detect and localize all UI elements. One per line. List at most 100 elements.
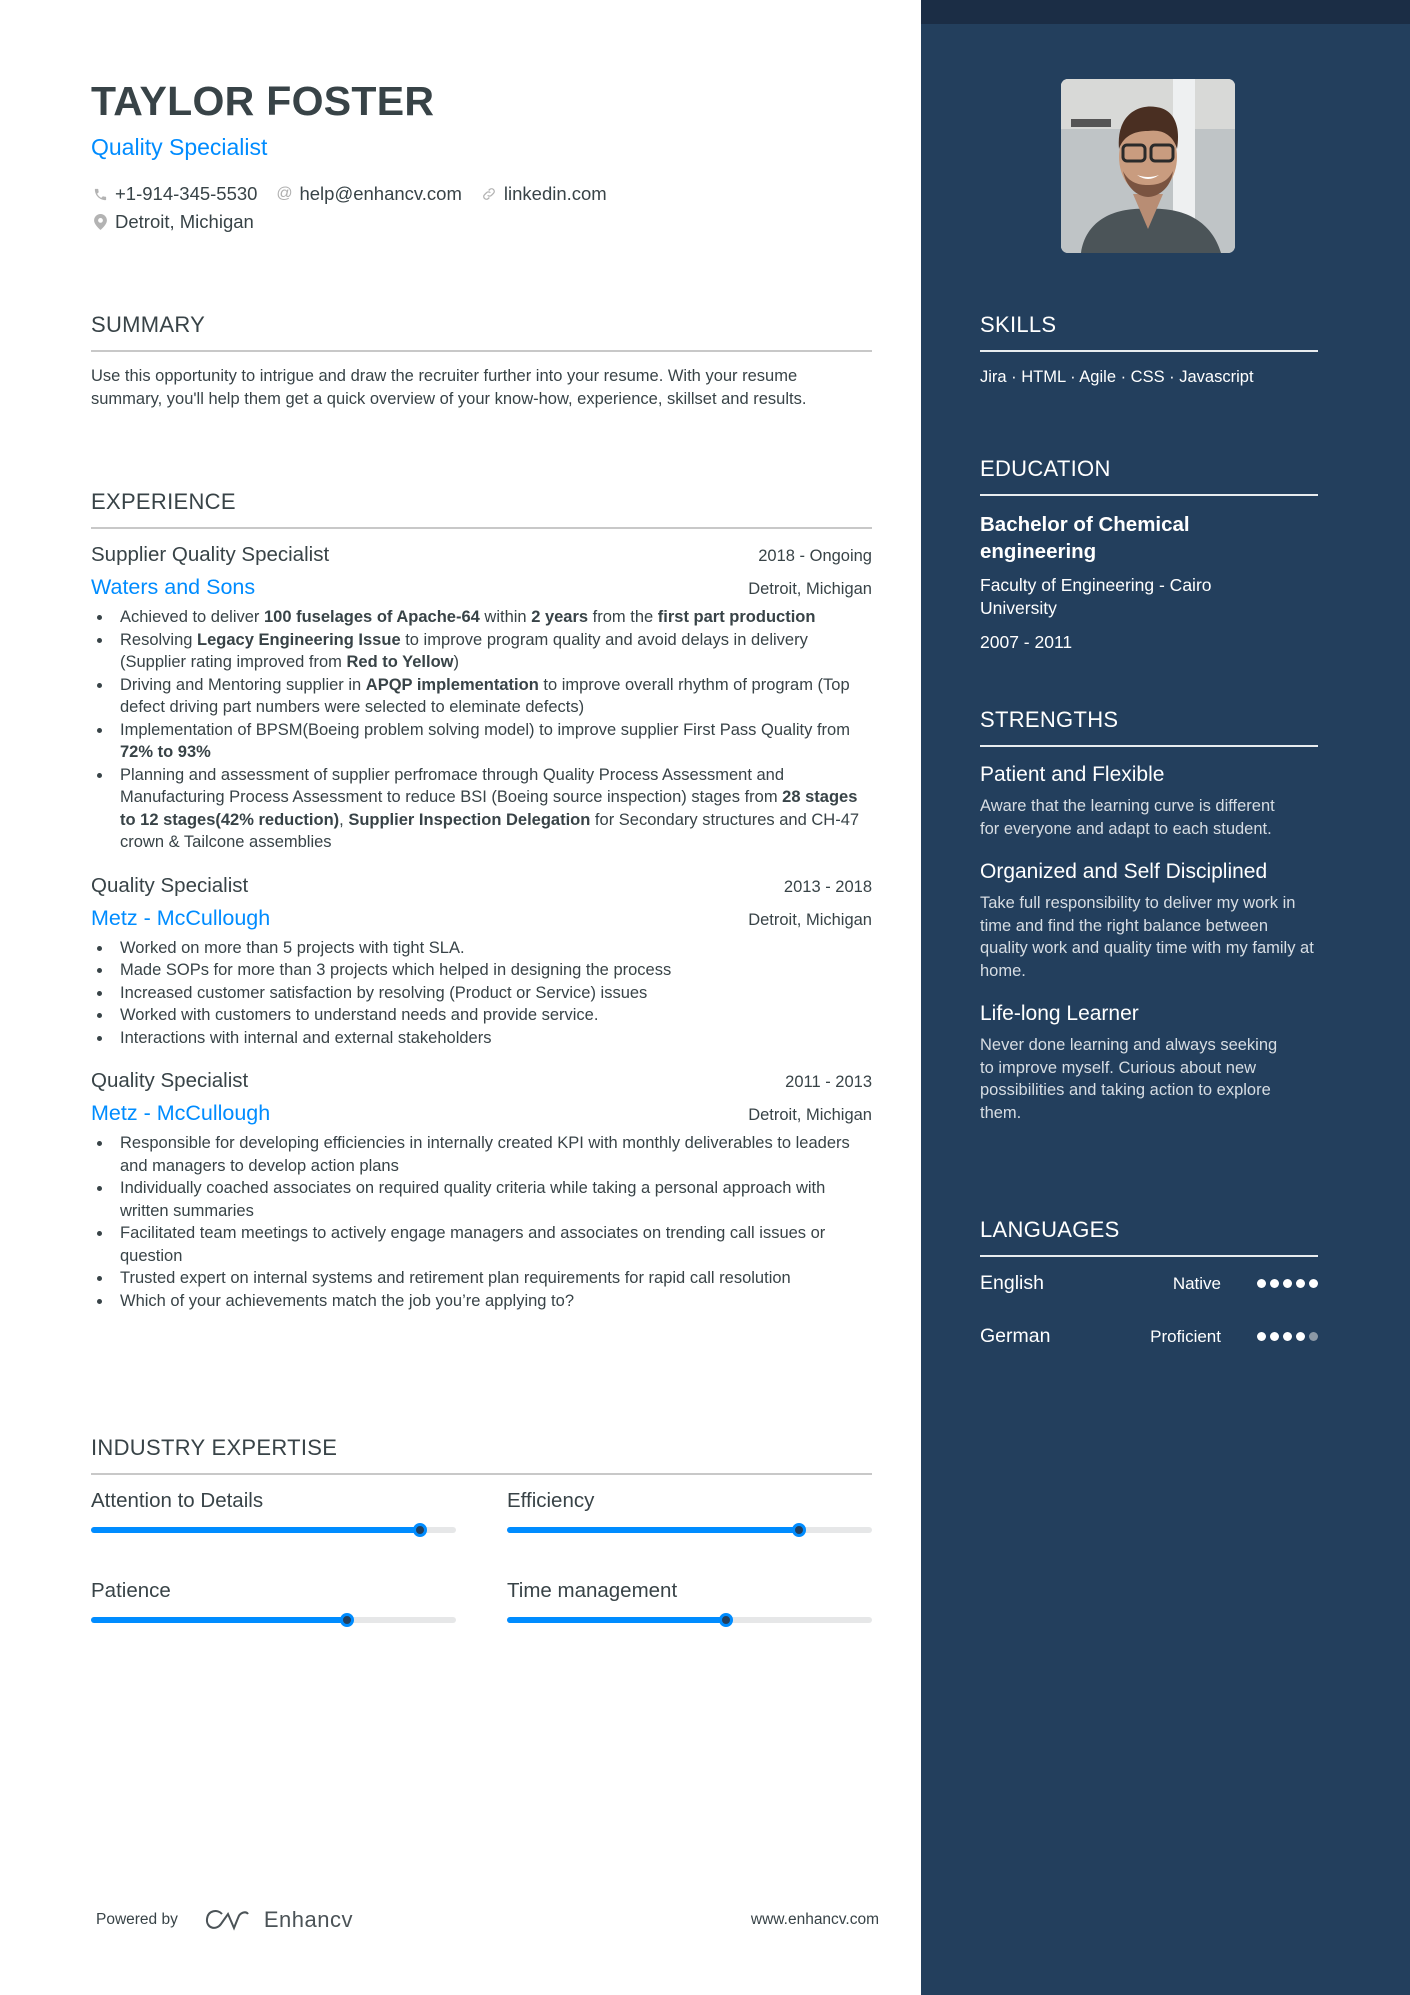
rating-dot-filled xyxy=(1283,1332,1292,1341)
slider-thumb xyxy=(412,1523,427,1537)
language-level: Proficient xyxy=(1150,1326,1221,1346)
rating-dot-filled xyxy=(1296,1332,1305,1341)
summary-text: Use this opportunity to intrigue and dra… xyxy=(91,367,807,408)
languages-section: LANGUAGES English Native German Proficie… xyxy=(980,1217,1318,1363)
skills-divider xyxy=(980,350,1318,352)
language-name: German xyxy=(980,1325,1051,1347)
linkedin-text: linkedin.com xyxy=(503,183,607,204)
bullet-item: Trusted expert on internal systems and r… xyxy=(91,1267,872,1290)
candidate-name: TAYLOR FOSTER xyxy=(91,78,435,124)
link-icon xyxy=(480,186,498,202)
slider-thumb xyxy=(339,1613,354,1627)
slider-thumb xyxy=(792,1523,806,1537)
job-company: Metz - McCullough xyxy=(91,1101,271,1125)
strengths-divider xyxy=(980,745,1318,747)
bullet-item: Resolving Legacy Engineering Issue to im… xyxy=(91,629,872,674)
bullet-item: Made SOPs for more than 3 projects which… xyxy=(91,959,872,982)
job-entry: Quality Specialist 2011 - 2013 Metz - Mc… xyxy=(91,1069,872,1312)
job-location: Detroit, Michigan xyxy=(748,1106,872,1124)
location-text: Detroit, Michigan xyxy=(115,211,254,232)
location-pin-icon xyxy=(91,214,109,230)
expertise-divider xyxy=(91,1473,872,1475)
rating-dot-filled xyxy=(1257,1332,1266,1341)
contact-location: Detroit, Michigan xyxy=(91,211,254,233)
job-dates: 2011 - 2013 xyxy=(785,1073,872,1091)
job-dates: 2013 - 2018 xyxy=(783,877,872,896)
strength-description: Aware that the learning curve is differe… xyxy=(980,797,1275,838)
strengths-section: STRENGTHS Patient and Flexible Aware tha… xyxy=(980,707,1318,1124)
experience-heading: EXPERIENCE xyxy=(91,489,236,514)
brand-name: Enhancv xyxy=(263,1907,353,1932)
strength-item: Organized and Self Disciplined Take full… xyxy=(980,860,1318,982)
language-rating xyxy=(1253,1332,1318,1341)
bullet-item: Planning and assessment of supplier perf… xyxy=(91,764,872,854)
expertise-item: Time management xyxy=(507,1579,872,1669)
main-column: TAYLOR FOSTER Quality Specialist +1-914-… xyxy=(0,0,921,1995)
job-location: Detroit, Michigan xyxy=(748,910,872,929)
contact-phone[interactable]: +1-914-345-5530 xyxy=(91,183,257,205)
bullet-item: Driving and Mentoring supplier in APQP i… xyxy=(91,674,872,719)
expertise-slider xyxy=(91,1613,456,1627)
job-role: Supplier Quality Specialist xyxy=(91,543,330,566)
slider-fill xyxy=(91,1527,420,1533)
bullet-item: Implementation of BPSM(Boeing problem so… xyxy=(91,719,872,764)
expertise-label: Time management xyxy=(507,1579,678,1602)
phone-icon xyxy=(91,187,109,202)
expertise-heading: INDUSTRY EXPERTISE xyxy=(91,1435,338,1460)
summary-divider xyxy=(91,350,872,352)
bullet-item: Increased customer satisfaction by resol… xyxy=(91,982,872,1005)
job-entry: Supplier Quality Specialist 2018 - Ongoi… xyxy=(91,543,872,854)
education-heading: EDUCATION xyxy=(980,456,1111,481)
education-divider xyxy=(980,494,1318,496)
strength-title: Life-long Learner xyxy=(980,1002,1139,1025)
expertise-label: Attention to Details xyxy=(91,1489,264,1512)
education-degree: Bachelor of Chemical engineering xyxy=(980,513,1190,563)
powered-by-label: Powered by xyxy=(96,1911,178,1928)
job-role: Quality Specialist xyxy=(91,1069,249,1092)
expertise-label: Efficiency xyxy=(507,1489,595,1512)
education-section: EDUCATION Bachelor of Chemical engineeri… xyxy=(980,456,1318,653)
strengths-heading: STRENGTHS xyxy=(980,707,1119,732)
summary-section: SUMMARY Use this opportunity to intrigue… xyxy=(91,312,872,411)
expertise-slider xyxy=(91,1523,456,1537)
candidate-title: Quality Specialist xyxy=(91,134,268,160)
bullet-item: Facilitated team meetings to actively en… xyxy=(91,1222,872,1267)
strength-item: Patient and Flexible Aware that the lear… xyxy=(980,763,1318,840)
industry-expertise-section: INDUSTRY EXPERTISE Attention to Details … xyxy=(91,1435,872,1669)
bullet-item: Which of your achievements match the job… xyxy=(91,1290,872,1313)
contact-email[interactable]: @ help@enhancv.com xyxy=(275,183,462,205)
enhancv-logo-icon xyxy=(205,1910,249,1931)
profile-photo xyxy=(1061,79,1235,253)
strength-description: Take full responsibility to deliver my w… xyxy=(980,894,1314,980)
education-school: Faculty of Engineering - Cairo Universit… xyxy=(980,575,1212,618)
job-entry: Quality Specialist 2013 - 2018 Metz - Mc… xyxy=(91,874,872,1050)
contact-info: +1-914-345-5530 @ help@enhancv.com linke… xyxy=(91,180,891,236)
summary-heading: SUMMARY xyxy=(91,312,206,337)
expertise-label: Patience xyxy=(91,1579,171,1602)
job-company: Metz - McCullough xyxy=(91,905,271,930)
contact-linkedin[interactable]: linkedin.com xyxy=(480,183,607,205)
bullet-item: Responsible for developing efficiencies … xyxy=(91,1132,872,1177)
language-level: Native xyxy=(1172,1273,1221,1293)
job-role: Quality Specialist xyxy=(91,873,249,897)
expertise-slider xyxy=(507,1613,872,1627)
rating-dot-empty xyxy=(1309,1332,1318,1341)
experience-divider xyxy=(91,527,872,529)
language-name: English xyxy=(980,1272,1044,1294)
skills-list: Jira · HTML · Agile · CSS · Javascript xyxy=(980,368,1254,386)
language-rating xyxy=(1253,1279,1318,1288)
enhancv-logo[interactable]: Enhancv xyxy=(204,1907,353,1933)
email-text: help@enhancv.com xyxy=(299,183,462,204)
education-dates: 2007 - 2011 xyxy=(980,632,1073,652)
slider-thumb xyxy=(719,1613,733,1627)
job-bullets: Responsible for developing efficiencies … xyxy=(91,1132,872,1312)
bullet-item: Worked on more than 5 projects with tigh… xyxy=(91,937,872,960)
language-item: German Proficient xyxy=(980,1310,1318,1363)
strength-title: Patient and Flexible xyxy=(980,763,1165,786)
strength-title: Organized and Self Disciplined xyxy=(980,860,1268,883)
job-bullets: Achieved to deliver 100 fuselages of Apa… xyxy=(91,606,872,854)
skills-section: SKILLS Jira · HTML · Agile · CSS · Javas… xyxy=(980,312,1318,387)
website-link[interactable]: www.enhancv.com xyxy=(751,1911,879,1929)
strength-item: Life-long Learner Never done learning an… xyxy=(980,1002,1318,1124)
job-location: Detroit, Michigan xyxy=(748,580,872,598)
